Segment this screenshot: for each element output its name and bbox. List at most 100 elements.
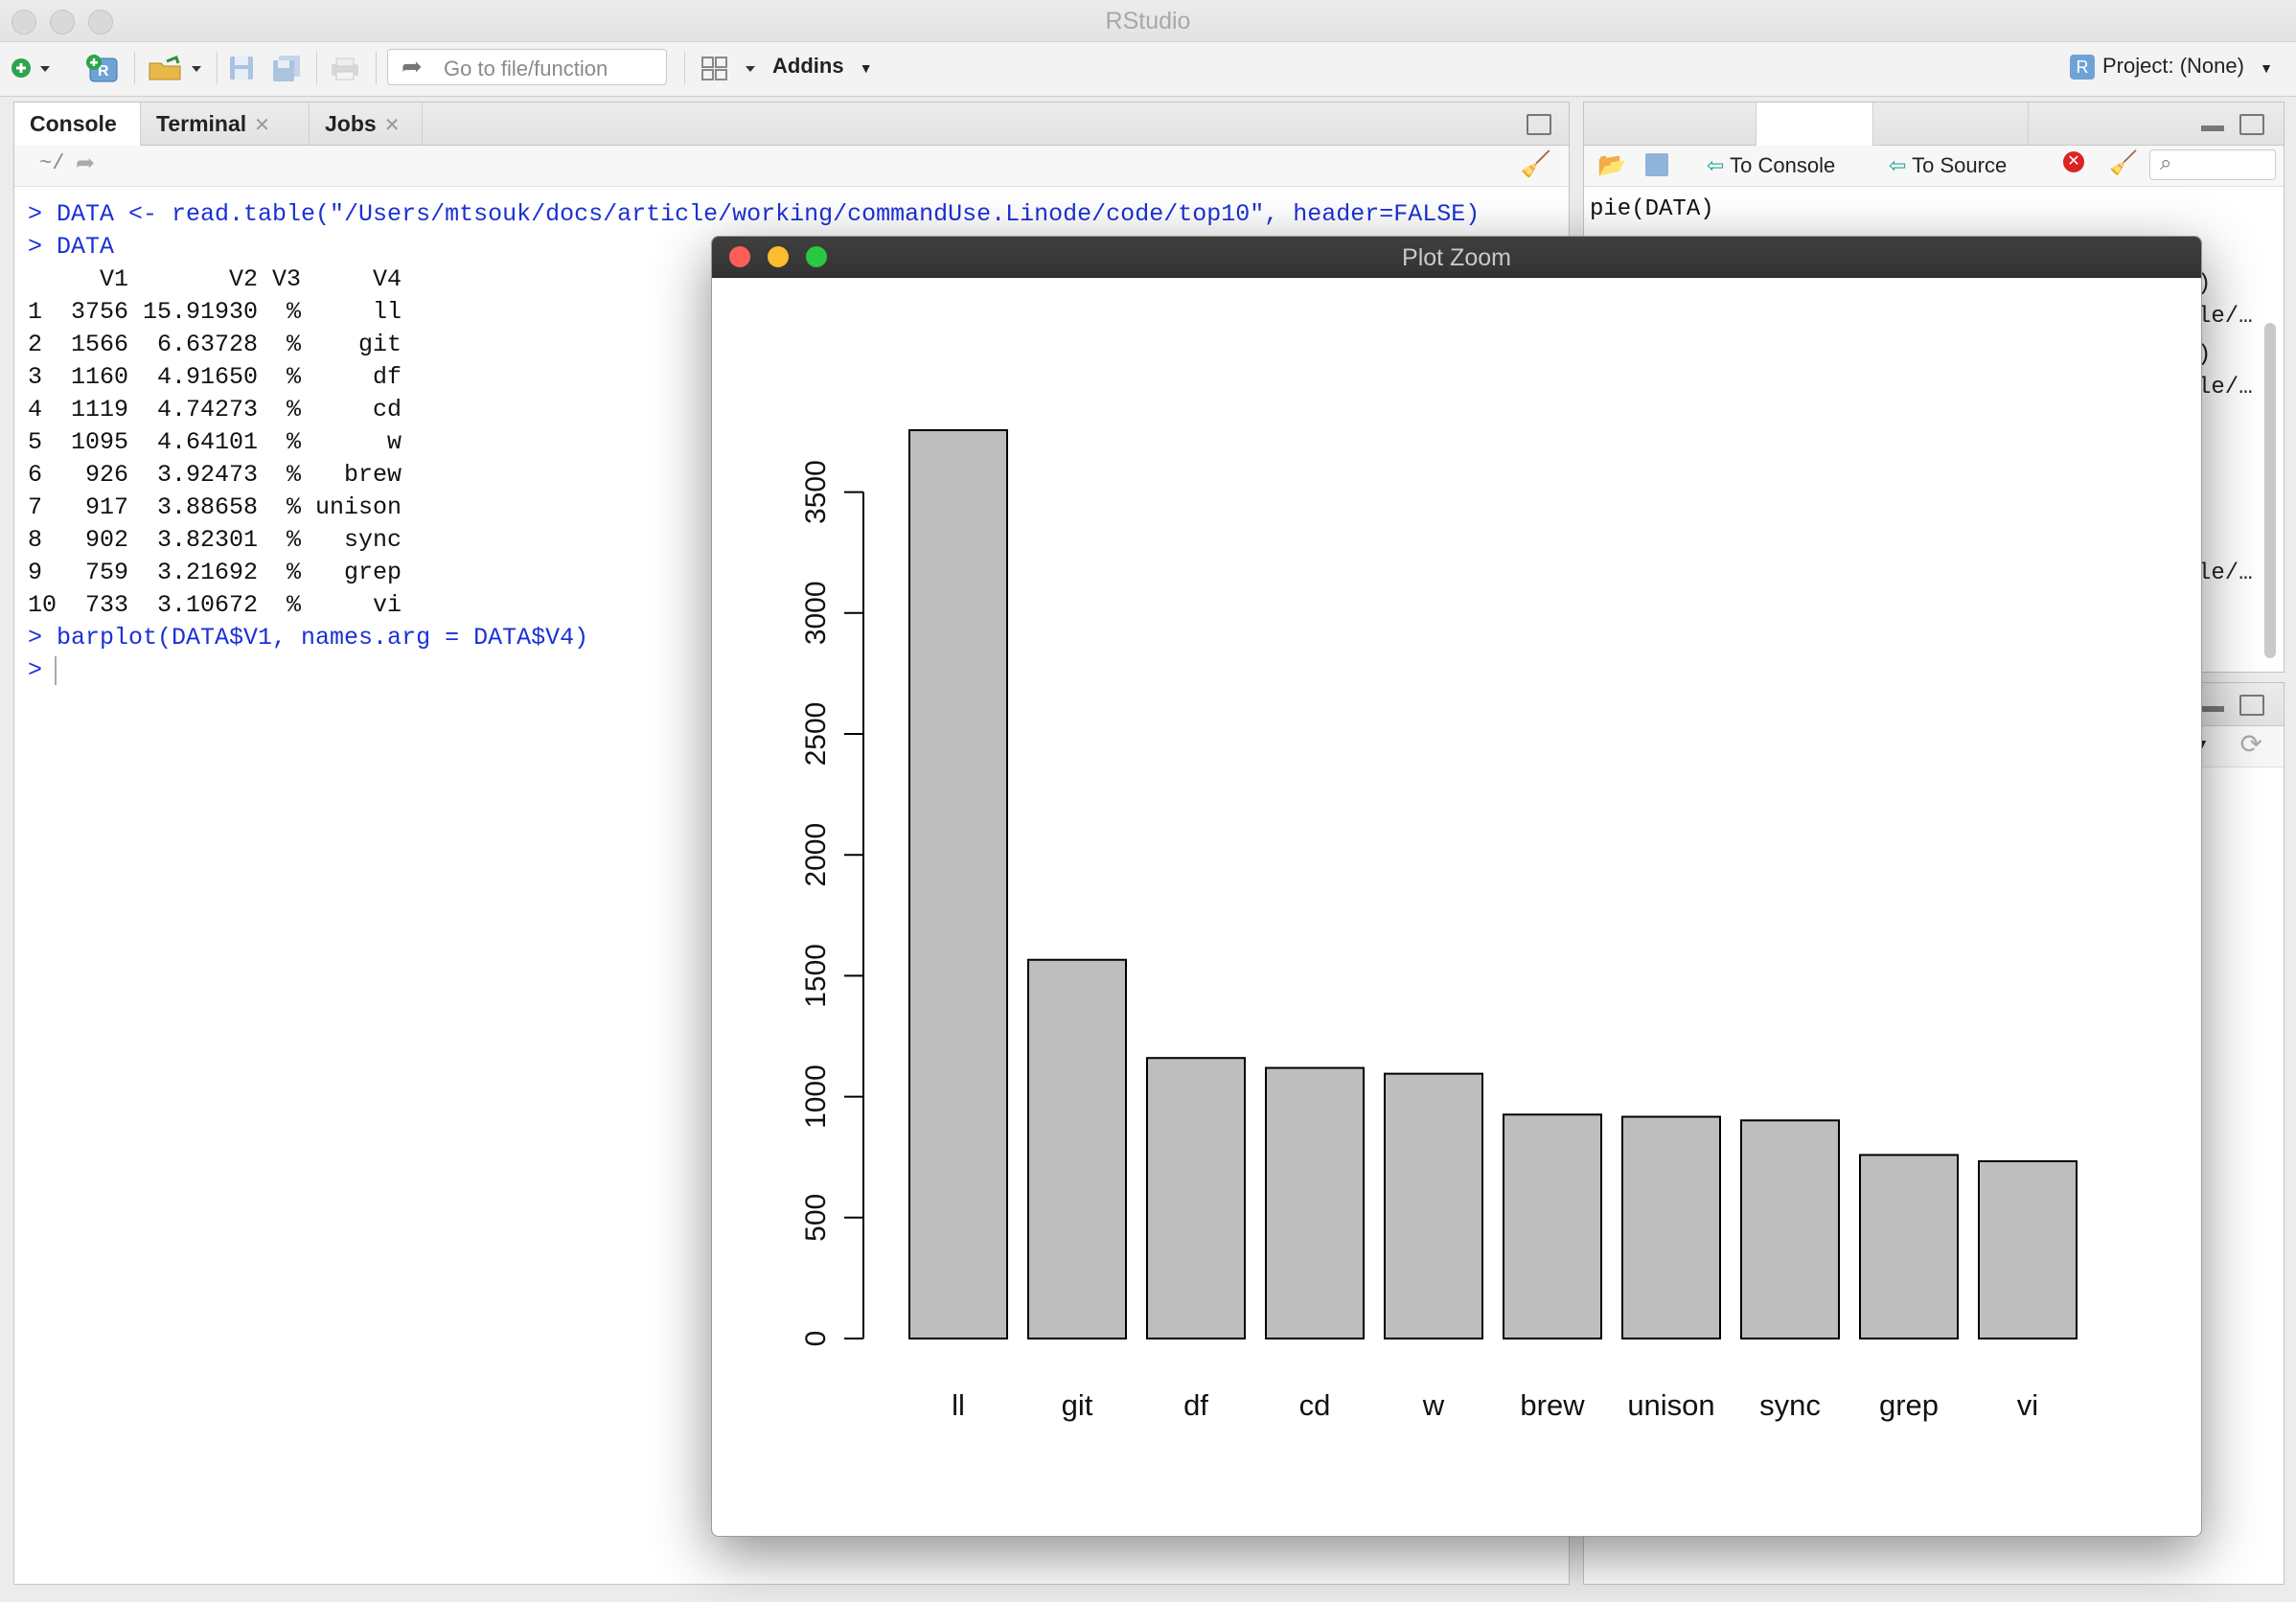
- y-tick-label: 0: [800, 1331, 832, 1347]
- x-tick-label: git: [1062, 1388, 1093, 1422]
- print-button[interactable]: [326, 52, 364, 84]
- to-source-label: To Source: [1912, 153, 2008, 177]
- tab-history[interactable]: [1756, 103, 1873, 146]
- tab-jobs[interactable]: Jobs ✕: [310, 103, 423, 145]
- grid-panes-icon: [701, 57, 755, 80]
- window-titlebar: RStudio: [0, 0, 2296, 42]
- to-source-button[interactable]: ⇦ To Source: [1889, 153, 2007, 178]
- console-output-line: 2 1566 6.63728 % git: [28, 331, 402, 358]
- x-tick-label: grep: [1879, 1388, 1939, 1422]
- plot-zoom-window: Plot Zoom 0 500 1000 1500 2000 2500 3000 3500 ll…: [711, 236, 2202, 1537]
- project-menu[interactable]: R Project: (None) ▼: [2070, 54, 2273, 80]
- y-tick-label: 1500: [800, 944, 832, 1008]
- window-title: RStudio: [1105, 8, 1191, 34]
- console-output-line: 7 917 3.88658 % unison: [28, 493, 402, 521]
- save-button[interactable]: [224, 52, 259, 84]
- chevron-down-icon: ▼: [859, 60, 873, 76]
- bar-git: [1027, 958, 1127, 1340]
- save-icon[interactable]: [1645, 153, 1668, 176]
- console-output-line: 10 733 3.10672 % vi: [28, 591, 402, 619]
- plot-zoom-title: Plot Zoom: [1402, 244, 1511, 271]
- bar-cd: [1265, 1066, 1365, 1339]
- history-entry-fragment[interactable]: le/…: [2197, 561, 2253, 586]
- history-entry-fragment[interactable]: le/…: [2197, 304, 2253, 330]
- console-pathbar: ~/ ➦ 🧹: [14, 146, 1569, 187]
- remove-entry-icon[interactable]: ✕: [2063, 151, 2084, 172]
- bar-w: [1384, 1072, 1483, 1340]
- maximize-pane-icon[interactable]: [1527, 114, 1551, 135]
- console-command-line: > barplot(DATA$V1, names.arg = DATA$V4): [28, 624, 589, 652]
- go-to-directory-icon[interactable]: ➦: [76, 149, 95, 177]
- bar-unison: [1621, 1115, 1721, 1340]
- maximize-pane-icon[interactable]: [2239, 114, 2264, 135]
- open-folder-icon[interactable]: 📂: [1597, 151, 1626, 179]
- chevron-down-icon: ▼: [2260, 60, 2273, 76]
- history-toolbar: 📂 ⇦ To Console ⇦ To Source ✕ 🧹 ⌕: [1584, 146, 2284, 187]
- tab-environment[interactable]: [1584, 103, 1756, 145]
- working-directory[interactable]: ~/: [39, 151, 64, 175]
- new-project-icon: R: [86, 55, 118, 82]
- refresh-icon[interactable]: ⟳: [2240, 728, 2262, 760]
- bar-brew: [1503, 1113, 1602, 1339]
- save-icon: [230, 57, 253, 80]
- tab-label: Terminal: [156, 111, 247, 136]
- search-icon: ⌕: [2160, 150, 2172, 174]
- close-icon[interactable]: ✕: [384, 115, 401, 136]
- barplot-chart: 0 500 1000 1500 2000 2500 3000 3500 ll git df cd w br…: [800, 429, 2078, 1422]
- clear-console-icon[interactable]: 🧹: [1521, 149, 1551, 179]
- minimize-pane-icon[interactable]: [2201, 126, 2224, 131]
- minimize-pane-icon[interactable]: [2201, 706, 2224, 712]
- console-output-line: 5 1095 4.64101 % w: [28, 428, 402, 456]
- to-console-button[interactable]: ⇦ To Console: [1707, 153, 1835, 178]
- history-search-input[interactable]: ⌕: [2149, 149, 2276, 180]
- console-cursor: [55, 656, 57, 685]
- tab-console[interactable]: Console: [14, 103, 141, 146]
- save-all-button[interactable]: [268, 52, 307, 84]
- history-entry-fragment[interactable]: le/…: [2197, 375, 2253, 400]
- bar-sync: [1740, 1119, 1840, 1340]
- maximize-pane-icon[interactable]: [2239, 695, 2264, 716]
- console-command-line: > DATA: [28, 233, 115, 261]
- addins-menu[interactable]: Addins ▼: [772, 54, 873, 79]
- x-tick-label: w: [1422, 1388, 1445, 1422]
- y-tick-label: 2000: [800, 823, 832, 887]
- go-to-arrow-icon: ➦: [402, 52, 423, 80]
- bar-df: [1146, 1057, 1246, 1339]
- console-output-line: 4 1119 4.74273 % cd: [28, 396, 402, 423]
- workspace-panes-button[interactable]: [698, 52, 759, 84]
- console-output-line: 8 902 3.82301 % sync: [28, 526, 402, 554]
- bar-grep: [1859, 1154, 1959, 1340]
- new-file-icon: [11, 58, 50, 78]
- bar-ll: [908, 429, 1008, 1339]
- open-file-button[interactable]: [144, 52, 205, 84]
- history-entry[interactable]: pie(DATA): [1590, 196, 1714, 222]
- go-to-file-input[interactable]: ➦ Go to file/function: [387, 49, 667, 85]
- tab-terminal[interactable]: Terminal ✕: [141, 103, 310, 145]
- r-project-icon: R: [2070, 55, 2095, 80]
- y-tick-label: 3000: [800, 581, 832, 645]
- close-icon[interactable]: ✕: [254, 115, 270, 136]
- tab-connections[interactable]: [1873, 103, 2029, 145]
- console-output-line: 3 1160 4.91650 % df: [28, 363, 402, 391]
- main-toolbar: R ➦ Go to file/function Addins ▼ R Projec…: [0, 42, 2296, 97]
- x-tick-label: unison: [1627, 1388, 1714, 1422]
- new-file-button[interactable]: [8, 52, 56, 84]
- to-console-icon: ⇦: [1707, 153, 1725, 177]
- y-tick-label: 2500: [800, 702, 832, 767]
- go-to-file-placeholder: Go to file/function: [444, 57, 608, 80]
- console-output-line: 6 926 3.92473 % brew: [28, 461, 402, 489]
- clear-history-icon[interactable]: 🧹: [2109, 149, 2138, 177]
- project-label: Project: (None): [2102, 54, 2244, 78]
- history-scrollbar[interactable]: [2264, 323, 2276, 658]
- new-project-button[interactable]: R: [82, 52, 125, 84]
- x-tick-label: brew: [1520, 1388, 1585, 1422]
- save-all-icon: [273, 56, 300, 81]
- x-tick-label: vi: [2017, 1388, 2038, 1422]
- x-tick-label: df: [1183, 1388, 1208, 1422]
- console-command-line: > DATA <- read.table("/Users/mtsouk/docs…: [28, 200, 1481, 228]
- bar-vi: [1978, 1159, 2078, 1339]
- open-folder-icon: [149, 56, 201, 80]
- x-tick-label: sync: [1759, 1388, 1821, 1422]
- history-tabbar: [1584, 103, 2284, 146]
- to-source-icon: ⇦: [1889, 153, 1907, 177]
